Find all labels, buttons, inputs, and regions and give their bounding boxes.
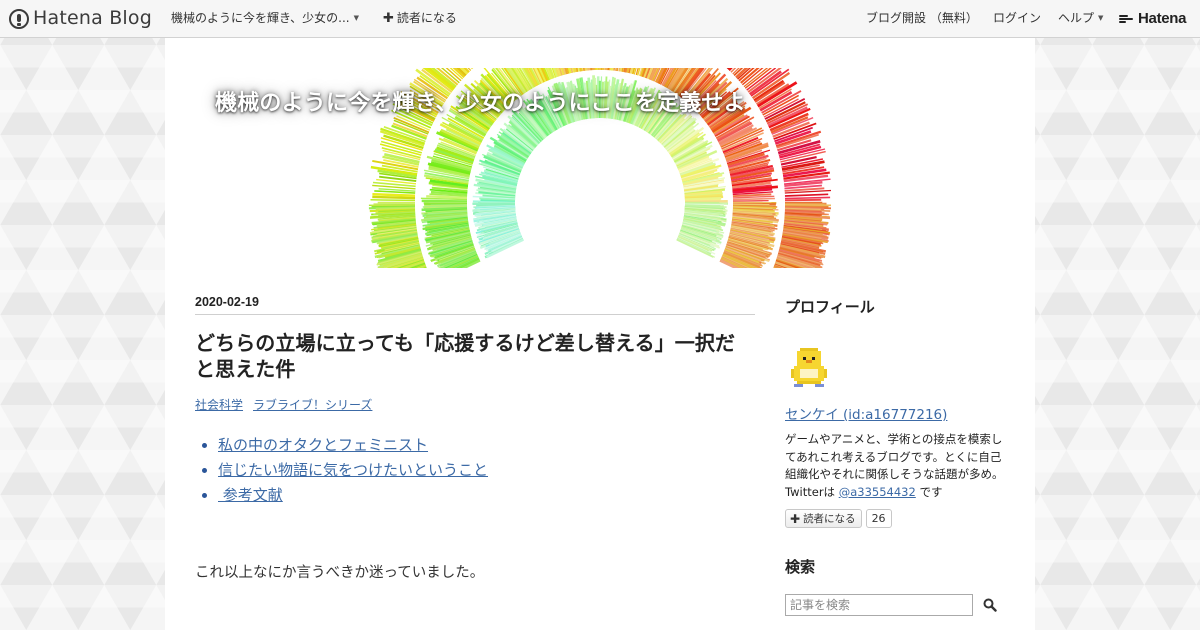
caret-down-icon: ▼ bbox=[353, 14, 359, 22]
help-menu[interactable]: ヘルプ ▼ bbox=[1058, 0, 1103, 37]
header-center bbox=[520, 123, 680, 268]
login-label: ログイン bbox=[993, 11, 1042, 25]
header-ray bbox=[426, 195, 468, 200]
subscriber-count-badge[interactable]: 26 bbox=[865, 509, 892, 528]
login-link[interactable]: ログイン bbox=[993, 0, 1041, 37]
hatena-blog-logo-icon bbox=[9, 8, 29, 29]
pixel-penguin-avatar bbox=[791, 348, 827, 387]
header-ray bbox=[784, 196, 831, 200]
subscribe-header-label: 読者になる bbox=[396, 11, 457, 25]
header-ray bbox=[784, 198, 822, 202]
toc-link[interactable]: 私の中のオタクとフェミニスト bbox=[218, 436, 428, 454]
plus-icon: ✚ bbox=[790, 511, 801, 526]
header-ray bbox=[421, 199, 468, 203]
entry-date[interactable]: 2020-02-19 bbox=[195, 295, 755, 315]
search-form bbox=[785, 594, 1005, 616]
profile-name-link[interactable]: センケイ (id:a16777216) bbox=[785, 407, 947, 423]
toc-link[interactable]: 信じたい物語に気をつけたいということ bbox=[218, 461, 488, 479]
category-link[interactable]: ラブライブ！シリーズ bbox=[253, 396, 372, 413]
entry: 2020-02-19 どちらの立場に立っても「応援するけど差し替える」一択だと思… bbox=[195, 295, 755, 582]
profile-module-title: プロフィール bbox=[785, 298, 875, 316]
profile-name: センケイ (id:a16777216) bbox=[785, 403, 1005, 423]
header-ray bbox=[370, 199, 416, 202]
logo-text: Hatena Blog bbox=[33, 7, 152, 29]
subscribe-header-button[interactable]: ✚ 読者になる bbox=[383, 0, 457, 37]
hatena-mark-icon bbox=[1119, 14, 1133, 24]
header-ray bbox=[372, 192, 416, 198]
header-ray bbox=[597, 68, 600, 71]
search-input[interactable] bbox=[785, 594, 973, 616]
toc-link[interactable]: 参考文献 bbox=[218, 486, 283, 504]
header-ray bbox=[784, 193, 829, 197]
category-link[interactable]: 社会科学 bbox=[195, 396, 243, 413]
blog-title[interactable]: 機械のように今を輝き、少女のようにここを定義せよ bbox=[215, 85, 746, 117]
header-ray bbox=[372, 195, 416, 200]
blog-menu[interactable]: 機械のように今を輝き、少女の... ▼ bbox=[171, 0, 359, 37]
help-label: ヘルプ bbox=[1058, 11, 1095, 25]
plus-icon: ✚ bbox=[383, 11, 394, 26]
avatar[interactable] bbox=[785, 345, 833, 393]
header-ray bbox=[684, 200, 728, 204]
profile-description: ゲームやアニメと、学術との接点を模索してあれこれ考えるブログです。とくに自己組織… bbox=[785, 431, 1005, 501]
start-blog-label: ブログ開設 （無料） bbox=[866, 11, 978, 25]
caret-down-icon: ▼ bbox=[1098, 14, 1104, 22]
subscribe-button[interactable]: ✚ 読者になる bbox=[785, 509, 862, 528]
blog-container: 機械のように今を輝き、少女のようにここを定義せよ 2020-02-19 どちらの… bbox=[165, 38, 1035, 630]
profile-desc-suffix: です bbox=[915, 484, 943, 499]
toc-item: 参考文献 bbox=[218, 483, 755, 508]
hatena-brand-text: Hatena bbox=[1138, 10, 1187, 27]
subscribe-row: ✚ 読者になる 26 bbox=[785, 509, 1005, 528]
toc-item: 私の中のオタクとフェミニスト bbox=[218, 433, 755, 458]
search-module-title: 検索 bbox=[785, 558, 816, 576]
twitter-link[interactable]: @a33554432 bbox=[839, 485, 916, 499]
start-blog-link[interactable]: ブログ開設 （無料） bbox=[866, 0, 978, 37]
search-button[interactable] bbox=[981, 596, 999, 614]
blog-menu-label: 機械のように今を輝き、少女の... bbox=[171, 11, 350, 25]
entry-title[interactable]: どちらの立場に立っても「応援するけど差し替える」一択だと思えた件 bbox=[195, 330, 755, 382]
table-of-contents: 私の中のオタクとフェミニスト 信じたい物語に気をつけたいということ 参考文献 bbox=[195, 433, 755, 508]
search-icon bbox=[983, 598, 997, 612]
entry-categories: 社会科学 ラブライブ！シリーズ bbox=[195, 396, 755, 413]
header-ray bbox=[732, 199, 769, 202]
toc-item: 信じたい物語に気をつけたいということ bbox=[218, 458, 755, 483]
entry-body-text: これ以上なにか言うべきか迷っていました。 bbox=[195, 565, 485, 581]
header-ray bbox=[732, 197, 775, 201]
hatena-brand-link[interactable]: Hatena bbox=[1119, 0, 1187, 37]
sidebar: プロフィール センケイ (id:a16777216) ゲームやアニメと、学術との… bbox=[785, 296, 1005, 616]
global-header: Hatena Blog 機械のように今を輝き、少女の... ▼ ✚ 読者になる … bbox=[0, 0, 1200, 38]
header-ray bbox=[602, 68, 605, 71]
hatena-blog-logo[interactable]: Hatena Blog bbox=[9, 0, 152, 37]
subscribe-button-label: 読者になる bbox=[803, 513, 856, 525]
